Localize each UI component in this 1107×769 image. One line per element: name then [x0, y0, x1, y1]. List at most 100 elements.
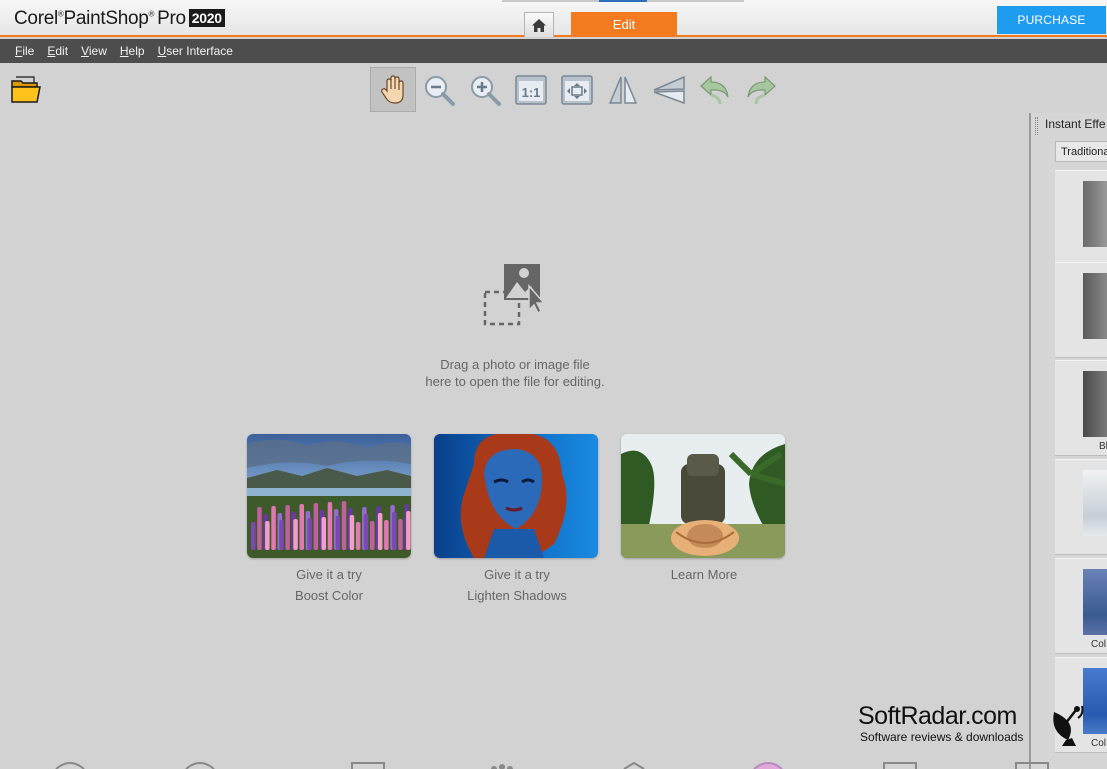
- lupine-flower: [279, 520, 284, 550]
- lupine-flower: [321, 517, 326, 550]
- dock-icon[interactable]: [52, 761, 88, 769]
- effect-item[interactable]: [1055, 459, 1107, 555]
- lighten-shadows-caption: Give it a try Lighten Shadows: [417, 564, 617, 606]
- logo-edition: Pro: [157, 8, 186, 29]
- lupine-flower: [335, 516, 341, 550]
- logo-year: 2020: [188, 9, 225, 27]
- purchase-button[interactable]: PURCHASE: [997, 6, 1106, 34]
- drop-instructions-line1: Drag a photo or image file: [440, 357, 590, 372]
- workspace-tab-indicator: [502, 0, 744, 2]
- effects-category-dropdown[interactable]: Traditional: [1055, 141, 1107, 162]
- lupine-flower: [257, 507, 262, 550]
- app-logo: Corel®PaintShop® Pro 2020: [14, 8, 225, 30]
- zoom-out-icon: [425, 75, 455, 106]
- learn-more-link[interactable]: Learn More: [604, 564, 804, 585]
- lupine-flower: [285, 505, 290, 550]
- pan-hand-icon: [381, 74, 404, 104]
- actual-size-icon: 1:1: [515, 74, 547, 105]
- dock-icon[interactable]: [484, 761, 520, 769]
- effect-thumbnail: [1083, 181, 1107, 247]
- lighten-shadows-label[interactable]: Lighten Shadows: [417, 585, 617, 606]
- fit-to-window-button[interactable]: [554, 67, 600, 112]
- portrait-photo: [434, 434, 598, 558]
- flip-horizontal-icon: [608, 76, 638, 104]
- menu-file[interactable]: File: [15, 44, 34, 58]
- satellite-dish-icon: [1053, 705, 1084, 746]
- effect-item[interactable]: [1055, 170, 1107, 266]
- drop-image-icon: [483, 264, 546, 326]
- open-file-button[interactable]: [10, 73, 42, 105]
- lupine-field-photo: [247, 434, 411, 558]
- menu-view[interactable]: View: [81, 44, 107, 58]
- flip-vertical-button[interactable]: [646, 67, 692, 112]
- lupine-flower: [384, 520, 389, 550]
- menu-edit[interactable]: Edit: [47, 44, 68, 58]
- undo-button[interactable]: [692, 67, 738, 112]
- edit-tab[interactable]: Edit: [571, 12, 677, 37]
- title-bar: Corel®PaintShop® Pro 2020 Edit PURCHASE: [0, 0, 1107, 37]
- boost-color-try-label: Give it a try: [296, 567, 362, 582]
- panel-grip-handle[interactable]: [1035, 117, 1038, 135]
- softradar-watermark: SoftRadar.com Software reviews & downloa…: [858, 702, 1098, 748]
- effect-thumbnail: [1083, 569, 1107, 635]
- dock-icon[interactable]: [1014, 761, 1050, 769]
- redo-button[interactable]: [738, 67, 784, 112]
- effect-label: Col: [1091, 639, 1107, 650]
- instant-effects-title: Instant Effe: [1045, 117, 1106, 131]
- dock-icon[interactable]: [182, 761, 218, 769]
- lupine-flower: [349, 515, 355, 550]
- lupine-flower: [377, 513, 383, 550]
- effect-item[interactable]: Bl: [1055, 360, 1107, 456]
- zoom-out-button[interactable]: [416, 67, 462, 112]
- lupine-flower: [341, 501, 347, 550]
- home-tab[interactable]: [524, 12, 554, 37]
- boost-color-card[interactable]: [247, 434, 411, 558]
- drop-instructions-line2: here to open the file for editing.: [425, 374, 605, 389]
- watermark-title: SoftRadar.com: [858, 702, 1017, 730]
- effect-thumbnail: [1083, 470, 1107, 536]
- lupine-flower: [392, 512, 397, 550]
- drop-instructions: Drag a photo or image file here to open …: [365, 356, 665, 390]
- boost-color-caption: Give it a try Boost Color: [229, 564, 429, 606]
- lupine-flower: [363, 514, 369, 550]
- lupine-flower: [265, 521, 270, 550]
- dock-icon[interactable]: [350, 761, 386, 769]
- dock-icon[interactable]: [616, 761, 652, 769]
- dock-icon[interactable]: [882, 761, 918, 769]
- menu-bar: File Edit View Help User Interface: [0, 39, 1107, 63]
- lupine-flower: [293, 519, 298, 550]
- effect-item[interactable]: Col: [1055, 558, 1107, 654]
- watermark-subtitle: Software reviews & downloads: [860, 730, 1024, 744]
- flip-horizontal-button[interactable]: [600, 67, 646, 112]
- effect-thumbnail: [1083, 371, 1107, 437]
- folder-open-icon: [11, 76, 41, 103]
- effect-item[interactable]: [1055, 262, 1107, 358]
- lupine-flower: [398, 519, 403, 550]
- menu-user-interface[interactable]: User Interface: [158, 44, 233, 58]
- menu-help[interactable]: Help: [120, 44, 145, 58]
- actual-size-button[interactable]: 1:1: [508, 67, 554, 112]
- flip-vertical-icon: [653, 75, 685, 104]
- effect-label: Bl: [1099, 441, 1107, 452]
- lupine-flower: [406, 511, 411, 550]
- lupine-flower: [299, 504, 304, 550]
- logo-product: PaintShop: [63, 8, 149, 29]
- redo-icon: [747, 75, 776, 104]
- svg-text:1:1: 1:1: [522, 85, 541, 100]
- dock-icon[interactable]: [750, 761, 786, 769]
- instant-effects-panel: Instant Effe Traditional Bl Col Col: [1029, 113, 1107, 769]
- boost-color-label[interactable]: Boost Color: [229, 585, 429, 606]
- lighten-shadows-try-label: Give it a try: [484, 567, 550, 582]
- home-icon: [532, 18, 546, 32]
- effect-thumbnail: [1083, 273, 1107, 339]
- lupine-flower: [251, 522, 256, 550]
- traveler-photo: [621, 434, 785, 558]
- zoom-in-button[interactable]: [462, 67, 508, 112]
- fit-to-window-icon: [561, 74, 593, 105]
- lupine-flower: [327, 502, 333, 550]
- learn-more-card[interactable]: [621, 434, 785, 558]
- pan-tool-button[interactable]: [370, 67, 416, 112]
- lupine-flower: [370, 521, 375, 550]
- undo-icon: [700, 75, 729, 104]
- lighten-shadows-card[interactable]: [434, 434, 598, 558]
